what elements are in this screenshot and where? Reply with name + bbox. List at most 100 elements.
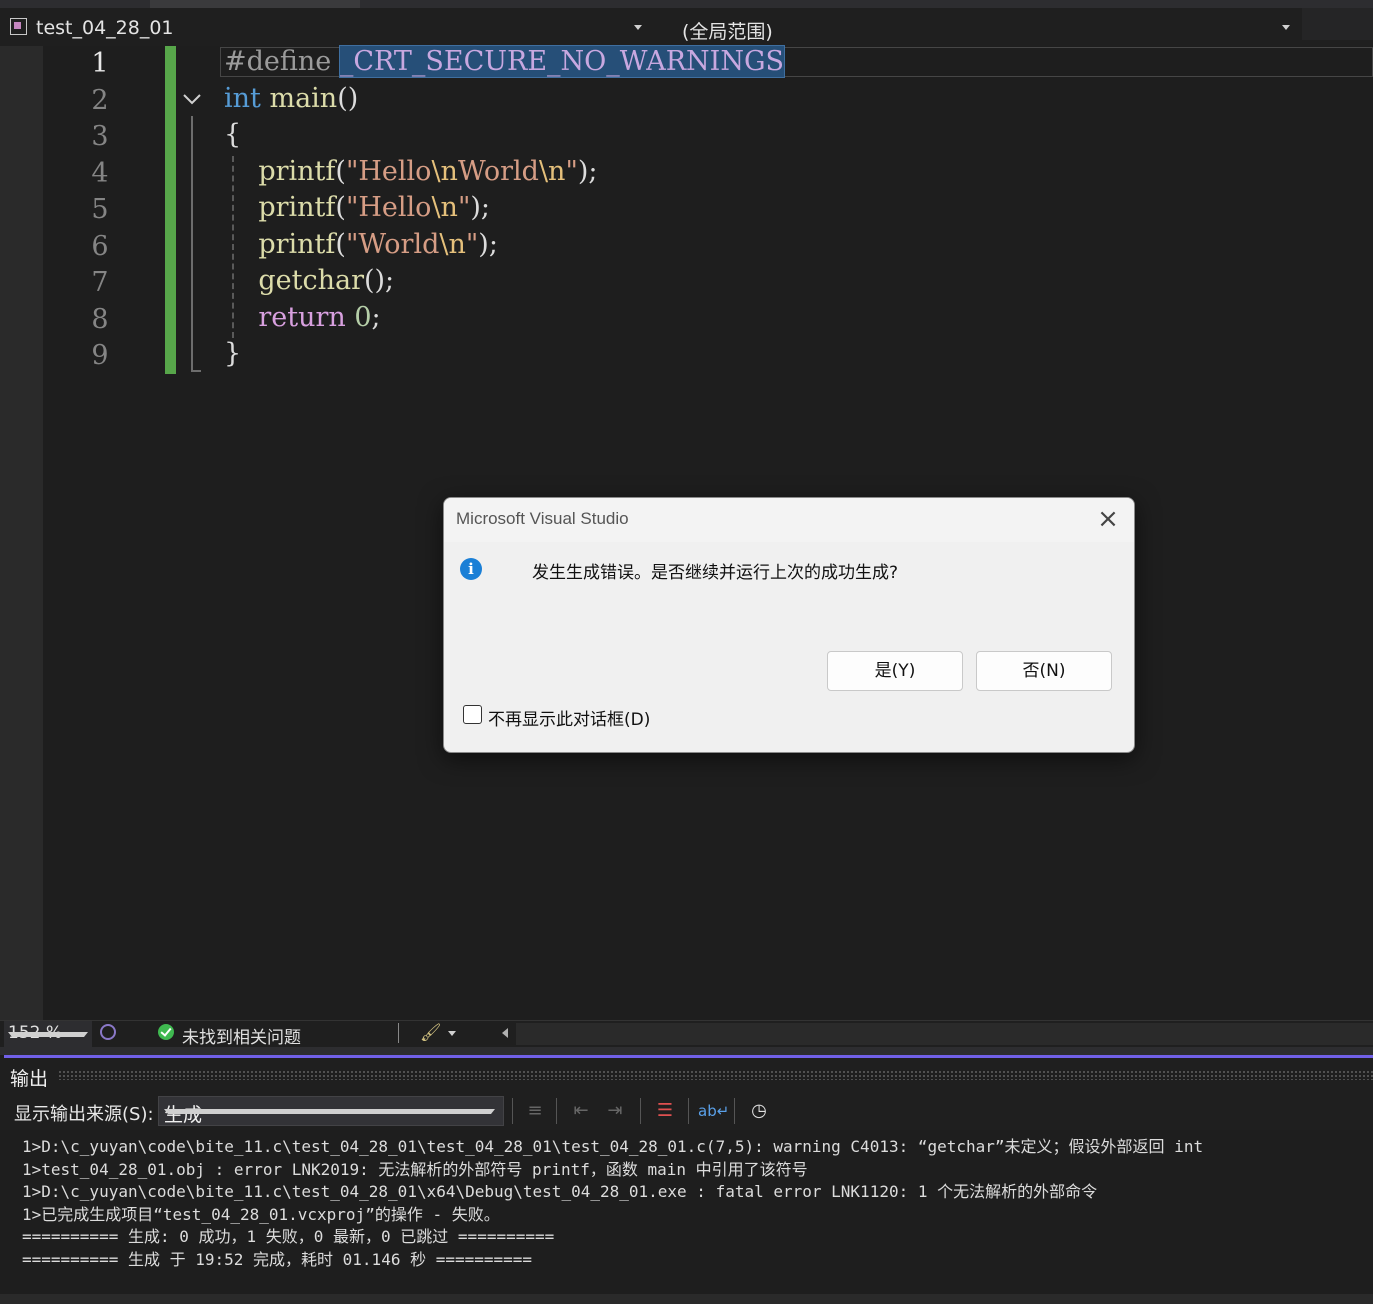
panel-splitter[interactable] (0, 1047, 1373, 1055)
output-panel-titlebar: 输出 (0, 1058, 1373, 1092)
chevron-down-icon (634, 25, 642, 30)
scope-combo[interactable]: (全局范围) (656, 14, 1296, 43)
line-number: 5 (91, 194, 109, 225)
project-file-combo-value: test_04_28_01 (36, 17, 174, 39)
horizontal-scrollbar[interactable] (516, 1023, 1373, 1045)
output-source-select[interactable]: 生成 (158, 1096, 504, 1126)
next-message-icon[interactable]: ⇥ (602, 1098, 628, 1124)
dialog-message: 发生生成错误。是否继续并运行上次的成功生成? (532, 563, 899, 583)
line-number: 9 (91, 340, 109, 371)
code-token: { (224, 119, 242, 150)
code-line[interactable]: printf("World\n"); (224, 227, 498, 263)
output-line: 1>D:\c_yuyan\code\bite_11.c\test_04_28_0… (22, 1137, 1204, 1156)
scroll-left-icon[interactable] (502, 1028, 508, 1038)
chevron-down-icon (8, 1032, 88, 1037)
chevron-down-icon[interactable] (448, 1031, 456, 1036)
divider (398, 1023, 399, 1043)
output-line: ========== 生成: 0 成功，1 失败，0 最新，0 已跳过 ====… (22, 1227, 555, 1247)
clear-all-icon[interactable]: ☰ (652, 1098, 678, 1124)
code-token: " (465, 228, 479, 260)
output-line: ========== 生成 于 19:52 完成，耗时 01.146 秒 ===… (22, 1250, 533, 1269)
panel-drag-grip[interactable] (58, 1070, 1373, 1080)
line-number: 2 (91, 84, 109, 116)
clock-icon[interactable]: ◷ (746, 1098, 772, 1124)
divider (640, 1098, 641, 1124)
dialog-titlebar: Microsoft Visual Studio × (444, 498, 1134, 542)
code-token: printf (258, 155, 336, 187)
code-line[interactable]: return 0; (224, 300, 380, 336)
code-line[interactable]: { (224, 117, 241, 153)
previous-message-icon[interactable]: ⇤ (568, 1098, 594, 1124)
code-token: ( (335, 155, 346, 187)
find-message-in-code-icon[interactable]: ≡ (522, 1098, 548, 1124)
code-token: () (337, 82, 359, 114)
yes-button[interactable]: 是(Y) (827, 651, 963, 691)
divider (688, 1098, 689, 1124)
output-panel-title: 输出 (10, 1068, 49, 1090)
divider (556, 1098, 557, 1124)
document-tab[interactable] (150, 0, 360, 8)
code-token: return (258, 301, 346, 333)
issues-status[interactable]: 未找到相关问题 (182, 1023, 301, 1048)
dont-show-again-label[interactable]: 不再显示此对话框(D) (488, 705, 650, 730)
code-token: " (457, 192, 471, 223)
project-icon (10, 18, 27, 35)
change-tracking-bar (165, 46, 176, 374)
project-file-combo[interactable]: test_04_28_01 (4, 14, 648, 40)
chevron-down-icon (164, 1109, 495, 1114)
code-token: "Hello (345, 192, 432, 223)
output-horizontal-scrollbar[interactable] (0, 1294, 1373, 1304)
code-cleanup-icon[interactable]: 🖌 (420, 1023, 442, 1043)
code-line[interactable]: printf("Hello\nWorld\n"); (224, 154, 597, 190)
member-combo[interactable] (1302, 8, 1373, 40)
navigation-bar: test_04_28_01 (全局范围) (0, 8, 1373, 47)
chevron-down-icon (1282, 25, 1290, 30)
line-number: 7 (91, 267, 109, 298)
scope-combo-value: (全局范围) (682, 21, 773, 43)
code-token: \n (538, 155, 566, 187)
code-token: "World (345, 228, 440, 260)
divider (734, 1098, 735, 1124)
code-line[interactable]: int main() (224, 81, 358, 117)
code-line[interactable]: #define _CRT_SECURE_NO_WARNINGS (224, 44, 786, 80)
check-circle-icon (158, 1024, 174, 1040)
output-line: 1>test_04_28_01.obj : error LNK2019: 无法解… (22, 1159, 808, 1179)
code-token: (); (363, 265, 395, 296)
code-token: \n (431, 155, 458, 187)
output-source-label: 显示输出来源(S): (14, 1104, 154, 1125)
code-token: getchar (258, 265, 364, 296)
word-wrap-icon[interactable]: ab↵ (698, 1098, 729, 1124)
dialog-title: Microsoft Visual Studio (456, 509, 629, 528)
code-token: ); (470, 192, 490, 223)
code-token: World (457, 155, 539, 187)
line-number: 1 (91, 48, 109, 79)
code-token: ( (335, 192, 346, 223)
code-token: _CRT_SECURE_NO_WARNINGS (338, 45, 786, 78)
output-line: 1>已完成生成项目“test_04_28_01.vcxproj”的操作 - 失败… (22, 1204, 500, 1224)
code-line[interactable]: } (224, 336, 241, 372)
message-dialog: Microsoft Visual Studio × i 发生生成错误。是否继续并… (443, 497, 1135, 753)
code-line[interactable]: printf("Hello\n"); (224, 190, 490, 226)
outline-fold-line (191, 116, 193, 372)
code-token: } (224, 338, 242, 369)
code-token: ( (335, 228, 346, 260)
dont-show-again-checkbox[interactable] (463, 705, 482, 724)
no-button[interactable]: 否(N) (976, 651, 1112, 691)
code-token: #define (224, 46, 340, 77)
code-token: "Hello (345, 155, 432, 187)
intellicode-icon[interactable] (100, 1024, 116, 1040)
divider (512, 1098, 513, 1124)
outline-fold-end (191, 370, 201, 372)
zoom-combo[interactable]: 152 % (4, 1021, 92, 1047)
code-token: \n (431, 192, 458, 223)
code-token: \n (439, 228, 466, 260)
line-number: 6 (91, 230, 109, 262)
indicator-margin (0, 46, 43, 1020)
code-line[interactable]: getchar(); (224, 263, 394, 299)
close-icon[interactable]: × (1092, 504, 1124, 534)
editor-status-bar: 152 % 未找到相关问题 🖌 (0, 1020, 1373, 1048)
collapse-chevron-icon[interactable] (183, 92, 201, 106)
